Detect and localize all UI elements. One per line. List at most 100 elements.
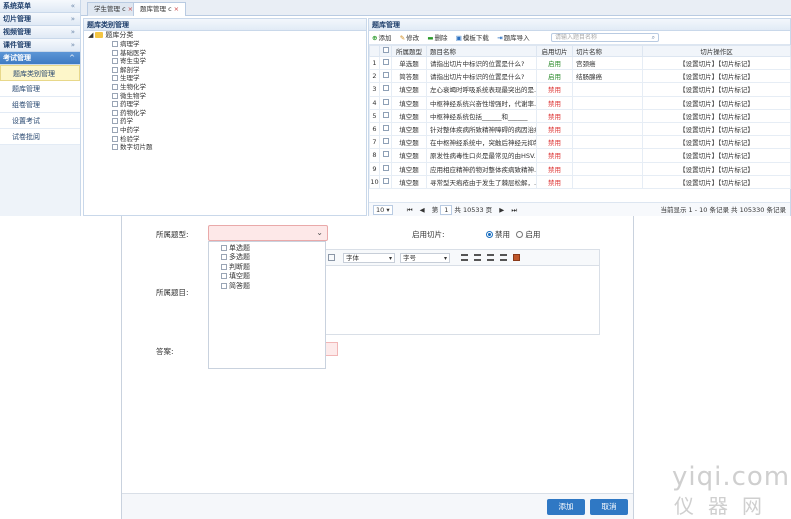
slice-actions-cell[interactable]: 【设置切片】【切片标记】 <box>642 135 791 150</box>
tree-node[interactable]: 微生物学 <box>84 92 366 101</box>
type-option[interactable]: 单选题 <box>209 244 325 253</box>
column-header[interactable]: 切片名称 <box>572 45 643 57</box>
radio-icon[interactable] <box>486 231 493 238</box>
type-option[interactable]: 判断题 <box>209 263 325 272</box>
tree-node[interactable]: 药学 <box>84 117 366 126</box>
slice-actions-cell[interactable]: 【设置切片】【切片标记】 <box>642 148 791 163</box>
image-icon[interactable] <box>513 254 520 261</box>
tree-node[interactable]: 寄生虫学 <box>84 57 366 66</box>
tree-node[interactable]: 生物化学 <box>84 83 366 92</box>
edit-button[interactable]: ✎修改 <box>400 31 419 45</box>
search-input[interactable]: 请输入题目名称 ⌕ <box>551 33 659 42</box>
sidebar-group-courseware[interactable]: 课件管理 » <box>0 39 80 52</box>
slice-actions-cell[interactable]: 【设置切片】【切片标记】 <box>642 69 791 84</box>
row-checkbox[interactable] <box>382 151 389 158</box>
refresh-icon[interactable]: c <box>122 5 126 13</box>
slice-actions-cell[interactable]: 【设置切片】【切片标记】 <box>642 161 791 176</box>
collapse-triangle-icon[interactable]: ◢ <box>88 31 93 39</box>
row-checkbox[interactable] <box>382 98 389 105</box>
tree-root[interactable]: ◢ 题库分类 <box>84 31 366 40</box>
close-icon[interactable]: × <box>174 5 179 13</box>
tree-node[interactable]: 基础医学 <box>84 49 366 58</box>
sidebar-item-question-bank[interactable]: 题库管理 <box>0 81 80 97</box>
radio-icon[interactable] <box>516 231 524 238</box>
slice-actions-cell[interactable]: 【设置切片】【切片标记】 <box>642 55 791 71</box>
tree-node[interactable]: 数字切片题 <box>84 143 366 152</box>
align-left-icon[interactable] <box>461 254 468 261</box>
column-header[interactable]: 题目名称 <box>426 45 537 57</box>
column-header[interactable]: 所属题型 <box>391 45 427 57</box>
row-checkbox[interactable] <box>382 72 389 79</box>
sidebar-group-slices[interactable]: 切片管理 » <box>0 13 80 26</box>
row-checkbox[interactable] <box>382 111 389 118</box>
collapse-icon[interactable]: « <box>71 0 75 13</box>
table-row[interactable]: 3 填空题 左心衰竭时呼吸系统表现最突出的是... 禁用 【设置切片】【切片标记】 <box>369 82 791 97</box>
import-button[interactable]: ⇥题库导入 <box>497 31 529 45</box>
table-row[interactable]: 2 简答题 请指出切片中标识的位置是什么? 启用 结肠腺癌 【设置切片】【切片标记】 <box>369 69 791 84</box>
table-row[interactable]: 1 单选题 请指出切片中标识的位置是什么? 启用 宫颈癌 【设置切片】【切片标记】 <box>369 55 791 71</box>
template-download-button[interactable]: ▣模板下载 <box>456 31 489 45</box>
refresh-icon[interactable]: c <box>168 5 172 13</box>
slice-actions-cell[interactable]: 【设置切片】【切片标记】 <box>642 108 791 123</box>
table-row[interactable]: 10 填空题 寻常型天疱疮由于发生了棘层松解，... 禁用 【设置切片】【切片标记】 <box>369 174 791 189</box>
table-row[interactable]: 7 填空题 在中枢神经系统中，突触后神经元抑制... 禁用 【设置切片】【切片标记】 <box>369 135 791 150</box>
first-page-icon[interactable]: ⏮ <box>407 206 413 214</box>
sidebar-group-system[interactable]: 系统菜单 « <box>0 0 80 13</box>
column-header[interactable]: 切片操作区 <box>642 45 791 57</box>
row-checkbox[interactable] <box>382 59 389 66</box>
page-size-select[interactable]: 10 ▾ <box>373 205 393 215</box>
row-checkbox[interactable] <box>382 125 389 132</box>
cancel-button[interactable]: 取消 <box>590 499 628 515</box>
page-number-input[interactable]: 1 <box>440 205 453 215</box>
radio-enable[interactable]: 启用 <box>516 230 540 239</box>
slice-actions-cell[interactable]: 【设置切片】【切片标记】 <box>642 121 791 137</box>
column-header[interactable]: 启用切片 <box>536 45 573 57</box>
last-page-icon[interactable]: ⏭ <box>511 206 517 214</box>
table-row[interactable]: 9 填空题 应用相应精神药物对整体疾病致精神... 禁用 【设置切片】【切片标记】 <box>369 161 791 176</box>
row-checkbox[interactable] <box>382 177 389 184</box>
next-page-icon[interactable]: ▶ <box>499 206 504 214</box>
delete-button[interactable]: ▬删除 <box>427 31 447 45</box>
sidebar-item-grading[interactable]: 试卷批阅 <box>0 129 80 145</box>
tree-node[interactable]: 中药学 <box>84 126 366 135</box>
slice-actions-cell[interactable]: 【设置切片】【切片标记】 <box>642 82 791 97</box>
checkbox[interactable] <box>382 47 389 53</box>
font-family-select[interactable]: 字体 ▾ <box>343 253 395 263</box>
tab-question-bank[interactable]: 题库管理 c × <box>133 2 187 16</box>
row-checkbox[interactable] <box>382 85 389 92</box>
radio-disable[interactable]: 禁用 <box>486 230 510 239</box>
type-option[interactable]: 简答题 <box>209 282 325 291</box>
table-row[interactable]: 6 填空题 针对整体疾病所致精神障碍的病因治疗... 禁用 【设置切片】【切片标记】 <box>369 121 791 137</box>
search-icon[interactable]: ⌕ <box>652 34 655 42</box>
sidebar-item-question-category[interactable]: 题库类别管理 <box>0 65 80 81</box>
justify-icon[interactable] <box>500 254 507 261</box>
slice-actions-cell[interactable]: 【设置切片】【切片标记】 <box>642 174 791 189</box>
document-icon[interactable] <box>328 254 335 261</box>
table-row[interactable]: 4 填空题 中枢神经系统兴奋性增强时，代谢率... 禁用 【设置切片】【切片标记】 <box>369 95 791 110</box>
slice-actions-cell[interactable]: 【设置切片】【切片标记】 <box>642 95 791 110</box>
sidebar-group-exam[interactable]: 考试管理 ^ <box>0 52 80 65</box>
type-option[interactable]: 多选题 <box>209 253 325 262</box>
question-rich-editor[interactable]: 字体 ▾ 字号 ▾ <box>322 249 600 335</box>
align-center-icon[interactable] <box>474 254 481 261</box>
table-row[interactable]: 8 填空题 原发性病毒性口炎是最常见的由HSV... 禁用 【设置切片】【切片标记】 <box>369 148 791 163</box>
row-checkbox[interactable] <box>382 138 389 145</box>
tree-node[interactable]: 病理学 <box>84 40 366 49</box>
row-checkbox[interactable] <box>382 164 389 171</box>
add-button[interactable]: ⊕添加 <box>372 31 391 45</box>
tree-node[interactable]: 检验学 <box>84 135 366 144</box>
add-button[interactable]: 添加 <box>547 499 585 515</box>
tree-node[interactable]: 药理学 <box>84 100 366 109</box>
chevron-down-icon[interactable]: ⌄ <box>316 228 323 237</box>
sidebar-item-paper-builder[interactable]: 组卷管理 <box>0 97 80 113</box>
type-option[interactable]: 填空题 <box>209 272 325 281</box>
tree-node[interactable]: 生理学 <box>84 74 366 83</box>
sidebar-item-exam-settings[interactable]: 设置考试 <box>0 113 80 129</box>
sidebar-group-video[interactable]: 视频管理 » <box>0 26 80 39</box>
font-size-select[interactable]: 字号 ▾ <box>400 253 450 263</box>
select-all-checkbox[interactable] <box>379 45 392 57</box>
type-combobox[interactable]: ⌄ <box>208 225 328 241</box>
table-row[interactable]: 5 填空题 中枢神经系统包括______和______ 禁用 【设置切片】【切片标记】 <box>369 108 791 123</box>
align-right-icon[interactable] <box>487 254 494 261</box>
prev-page-icon[interactable]: ◀ <box>420 206 425 214</box>
